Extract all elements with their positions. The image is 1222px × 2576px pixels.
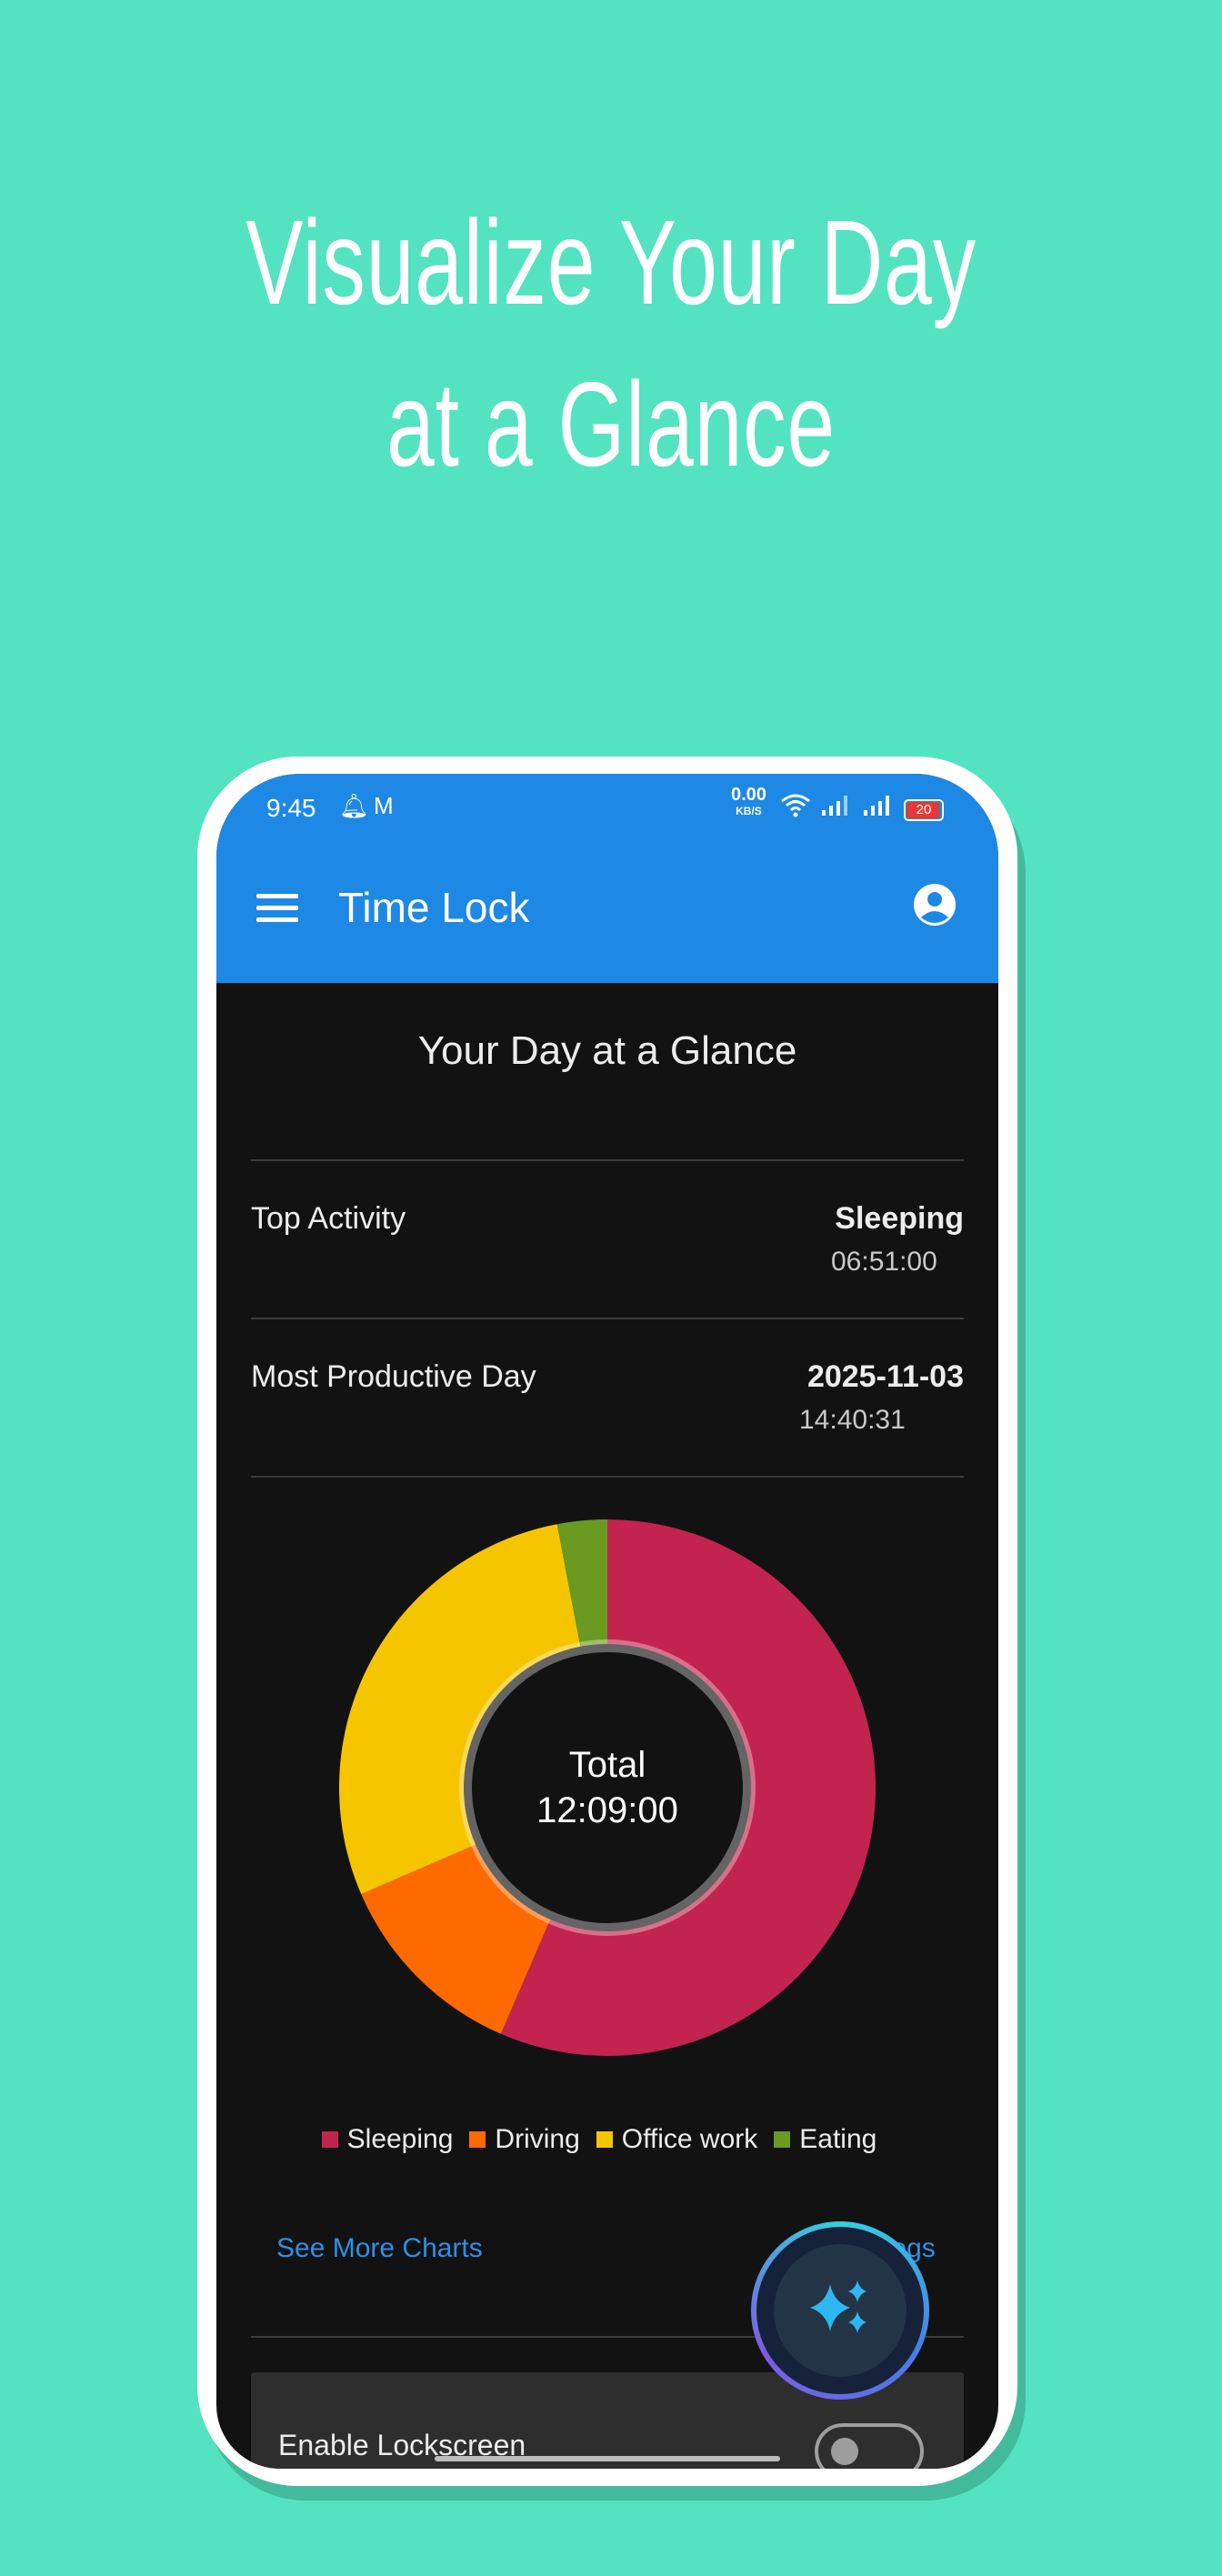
status-bar: 9:45 🔔︎ M 0.00 KB/S 20	[216, 774, 998, 847]
legend-swatch	[596, 2131, 613, 2149]
headline: Visualize Your Day at a Glance	[171, 182, 1051, 506]
top-activity-value: Sleeping	[835, 1201, 964, 1236]
bell-icon: 🔔︎	[339, 792, 370, 819]
divider	[251, 1159, 964, 1161]
ai-assistant-button[interactable]	[774, 2244, 906, 2377]
total-value: 12:09:00	[536, 1790, 678, 1830]
network-speed-value: 0.00	[731, 785, 766, 805]
status-time: 9:45	[266, 794, 316, 822]
app-title: Time Lock	[338, 884, 530, 931]
legend-swatch	[321, 2131, 338, 2149]
top-activity-label: Top Activity	[251, 1201, 406, 1236]
hamburger-menu-icon[interactable]	[256, 892, 298, 925]
glance-title: Your Day at a Glance	[417, 1028, 797, 1073]
account-icon[interactable]	[913, 883, 957, 927]
legend-label: Driving	[495, 2124, 580, 2155]
headline-line-1: Visualize Your Day	[245, 195, 977, 329]
mail-icon: M	[374, 792, 394, 819]
legend-label: Office work	[621, 2124, 758, 2155]
lockscreen-toggle[interactable]	[815, 2423, 924, 2469]
home-indicator	[435, 2456, 780, 2461]
sparkle-icon	[810, 2280, 866, 2333]
divider	[251, 1476, 964, 1478]
app-bar: Time Lock	[216, 847, 998, 983]
top-activity-duration: 06:51:00	[831, 1247, 937, 1277]
productive-day-duration: 14:40:31	[799, 1405, 906, 1435]
battery-icon: 20	[904, 799, 944, 821]
battery-text: 20	[916, 802, 932, 817]
legend-swatch	[469, 2131, 486, 2149]
productive-day-value: 2025-11-03	[806, 1359, 964, 1394]
divider	[251, 1318, 964, 1319]
legend-swatch	[774, 2131, 791, 2149]
productive-day-label: Most Productive Day	[251, 1359, 536, 1394]
signal-icon	[820, 794, 849, 824]
wifi-icon	[780, 792, 811, 825]
network-speed: 0.00 KB/S	[731, 785, 766, 819]
donut-center-label: Total 12:09:00	[216, 1742, 998, 1833]
signal-icon	[862, 794, 891, 824]
total-label: Total	[568, 1745, 646, 1785]
chart-legend: Sleeping Driving Office work Eating	[216, 2123, 998, 2155]
legend-label: Eating	[799, 2124, 877, 2155]
legend-label: Sleeping	[346, 2124, 454, 2155]
headline-line-2: at a Glance	[386, 357, 836, 491]
phone-screen: 9:45 🔔︎ M 0.00 KB/S 20 Time Lock Your Da…	[216, 774, 998, 2469]
network-speed-unit: KB/S	[736, 805, 762, 817]
see-more-charts-link[interactable]: See More Charts	[276, 2233, 483, 2264]
toggle-knob	[831, 2438, 858, 2465]
